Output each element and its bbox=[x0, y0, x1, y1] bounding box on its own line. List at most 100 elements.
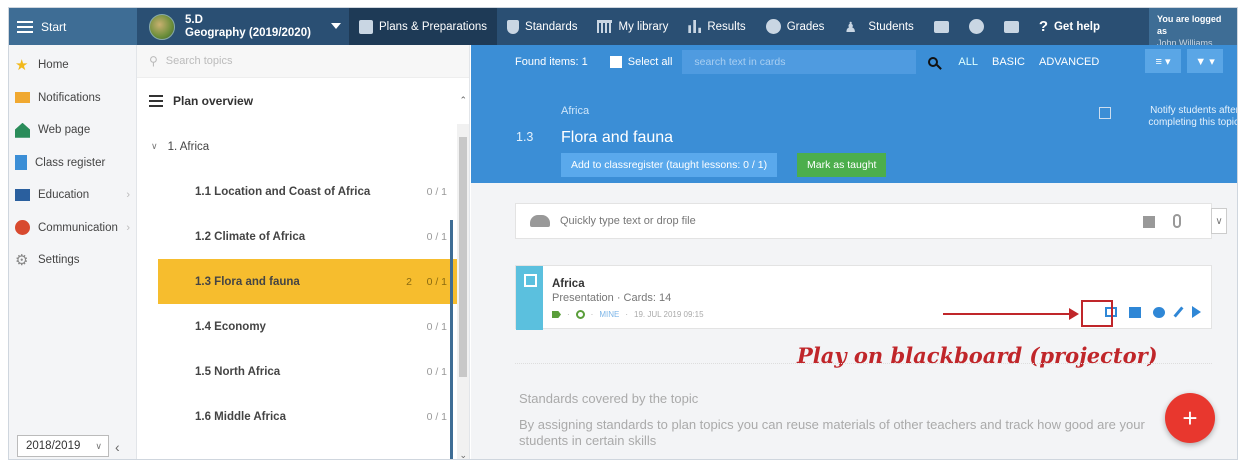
topics-scrollbar-thumb[interactable] bbox=[459, 137, 467, 377]
star-icon: ★ bbox=[15, 56, 29, 74]
bar-chart-icon bbox=[688, 20, 702, 33]
notify-checkbox[interactable] bbox=[1099, 107, 1111, 119]
topic-item-active[interactable]: 1.3 Flora and fauna 2 0 / 1 bbox=[158, 259, 457, 304]
add-fab-button[interactable]: + bbox=[1165, 393, 1215, 443]
sidebar-item-home[interactable]: ★ Home bbox=[9, 49, 136, 82]
chat-icon bbox=[968, 19, 984, 34]
nav-students[interactable]: ♟ Students bbox=[834, 8, 923, 45]
plans-icon bbox=[359, 19, 373, 34]
notify-students-option[interactable]: Notify students after completing this to… bbox=[1099, 105, 1237, 129]
card-subtitle: Presentation · Cards: 14 bbox=[552, 292, 672, 304]
blackboard-icon bbox=[933, 20, 949, 33]
class-avatar bbox=[149, 13, 175, 40]
topic-breadcrumb: Africa bbox=[561, 105, 590, 117]
divider bbox=[515, 363, 1212, 364]
sidebar-item-web-page[interactable]: Web page bbox=[9, 114, 136, 147]
search-input[interactable]: Search topics bbox=[166, 55, 233, 67]
sort-icon: ≡ ▾ bbox=[1155, 55, 1171, 68]
filter-advanced[interactable]: ADVANCED bbox=[1039, 56, 1099, 68]
user-label: You are logged as bbox=[1157, 14, 1222, 36]
card-checkbox[interactable] bbox=[524, 274, 537, 287]
class-subject: Geography (2019/2020) bbox=[185, 26, 311, 39]
filter-all[interactable]: ALL bbox=[958, 56, 978, 68]
chevron-down-icon: ∨ bbox=[95, 440, 102, 451]
sidebar-item-communication[interactable]: Communication › bbox=[9, 212, 136, 245]
plan-overview-link[interactable]: Plan overview bbox=[137, 78, 469, 124]
nav-messages[interactable] bbox=[994, 8, 1029, 45]
search-button[interactable] bbox=[922, 56, 944, 67]
card-date: 19. JUL 2019 09:15 bbox=[634, 310, 704, 319]
mark-as-taught-button[interactable]: Mark as taught bbox=[797, 153, 887, 177]
chat-bubbles-icon bbox=[15, 220, 30, 236]
get-help-button[interactable]: ? Get help bbox=[1029, 8, 1110, 45]
chevron-right-icon: › bbox=[126, 221, 130, 234]
shield-icon bbox=[507, 19, 520, 34]
card-actions bbox=[1105, 306, 1201, 318]
sidebar-item-education[interactable]: Education › bbox=[9, 179, 136, 212]
sort-button[interactable]: ≡ ▾ bbox=[1145, 49, 1181, 73]
card-author: MINE bbox=[599, 310, 620, 319]
chevron-down-icon[interactable]: ∨ bbox=[1211, 208, 1227, 234]
filter-icon: ▼ ▾ bbox=[1195, 55, 1215, 68]
book-icon bbox=[15, 189, 30, 202]
search-cards-input[interactable]: search text in cards bbox=[682, 49, 917, 74]
filter-bar: Found items: 1 Select all search text in… bbox=[471, 45, 1237, 78]
sidebar-item-settings[interactable]: ⚙ Settings bbox=[9, 244, 136, 277]
scroll-up-icon[interactable]: ⌃ bbox=[459, 95, 467, 106]
topic-number: 1.3 bbox=[516, 130, 534, 144]
grades-icon bbox=[765, 19, 781, 34]
filter-basic[interactable]: BASIC bbox=[992, 56, 1025, 68]
filter-button[interactable]: ▼ ▾ bbox=[1187, 49, 1223, 73]
main-content: Found items: 1 Select all search text in… bbox=[471, 45, 1237, 459]
school-year-select[interactable]: 2018/2019 ∨ bbox=[17, 435, 109, 457]
folder-icon[interactable] bbox=[1129, 306, 1141, 318]
user-menu[interactable]: You are logged as John Williams bbox=[1149, 8, 1237, 48]
topic-item[interactable]: 1.5 North Africa 0 / 1 bbox=[137, 349, 469, 394]
image-icon[interactable] bbox=[1143, 216, 1155, 228]
topics-panel: ⚲ Search topics Plan overview ∨ 1. Afric… bbox=[137, 45, 470, 459]
topic-group-africa[interactable]: ∨ 1. Africa bbox=[137, 124, 469, 169]
nav-grades[interactable]: Grades bbox=[756, 8, 835, 45]
quick-add-dropzone[interactable]: Quickly type text or drop file ∨ bbox=[515, 203, 1227, 239]
card-title[interactable]: Africa bbox=[552, 278, 585, 290]
topic-item[interactable]: 1.4 Economy 0 / 1 bbox=[137, 304, 469, 349]
search-icon bbox=[928, 56, 939, 67]
collapse-sidebar-button[interactable]: ‹ bbox=[115, 439, 120, 455]
nav-library[interactable]: My library bbox=[587, 8, 678, 45]
chevron-down-icon: ∨ bbox=[151, 141, 158, 151]
paperclip-icon[interactable] bbox=[1173, 214, 1181, 228]
nav-results[interactable]: Results bbox=[678, 8, 755, 45]
add-to-classregister-button[interactable]: Add to classregister (taught lessons: 0 … bbox=[561, 153, 778, 177]
topic-item[interactable]: 1.1 Location and Coast of Africa 0 / 1 bbox=[137, 169, 469, 214]
nav-chat[interactable] bbox=[959, 8, 994, 45]
card-meta: · · MINE · 19. JUL 2019 09:15 bbox=[552, 310, 704, 319]
sidebar-item-notifications[interactable]: Notifications bbox=[9, 82, 136, 115]
nav-standards[interactable]: Standards bbox=[497, 8, 587, 45]
start-label: Start bbox=[41, 19, 67, 34]
students-icon: ♟ bbox=[844, 18, 857, 35]
scroll-down-icon[interactable]: ⌄ bbox=[459, 450, 467, 459]
nav-plans[interactable]: Plans & Preparations bbox=[349, 8, 498, 45]
play-icon[interactable] bbox=[1192, 306, 1201, 318]
annotation-arrow bbox=[943, 308, 1079, 320]
plus-icon: + bbox=[1182, 402, 1198, 433]
select-all-checkbox[interactable]: Select all bbox=[609, 55, 672, 68]
standards-description: By assigning standards to plan topics yo… bbox=[519, 417, 1145, 448]
annotation-highlight-box bbox=[1081, 300, 1113, 327]
pencil-icon[interactable] bbox=[1173, 306, 1184, 318]
checkbox[interactable] bbox=[609, 55, 622, 68]
topic-search[interactable]: ⚲ Search topics bbox=[137, 45, 469, 78]
question-icon: ? bbox=[1038, 18, 1048, 35]
standards-title: Standards covered by the topic bbox=[519, 391, 699, 406]
share-icon[interactable] bbox=[1153, 306, 1165, 318]
class-selector[interactable]: 5.D Geography (2019/2020) bbox=[137, 8, 349, 45]
sidebar-item-class-register[interactable]: Class register bbox=[9, 147, 136, 180]
gear-icon: ⚙ bbox=[15, 251, 29, 269]
chevron-right-icon: › bbox=[126, 189, 130, 202]
topic-item[interactable]: 1.2 Climate of Africa 0 / 1 bbox=[137, 214, 469, 259]
nav-blackboard[interactable] bbox=[924, 8, 959, 45]
globe-icon bbox=[575, 310, 585, 319]
topic-item[interactable]: 1.6 Middle Africa 0 / 1 bbox=[137, 394, 469, 439]
start-menu-button[interactable]: Start bbox=[9, 8, 137, 45]
sidebar: ★ Home Notifications Web page Class regi… bbox=[9, 45, 137, 459]
